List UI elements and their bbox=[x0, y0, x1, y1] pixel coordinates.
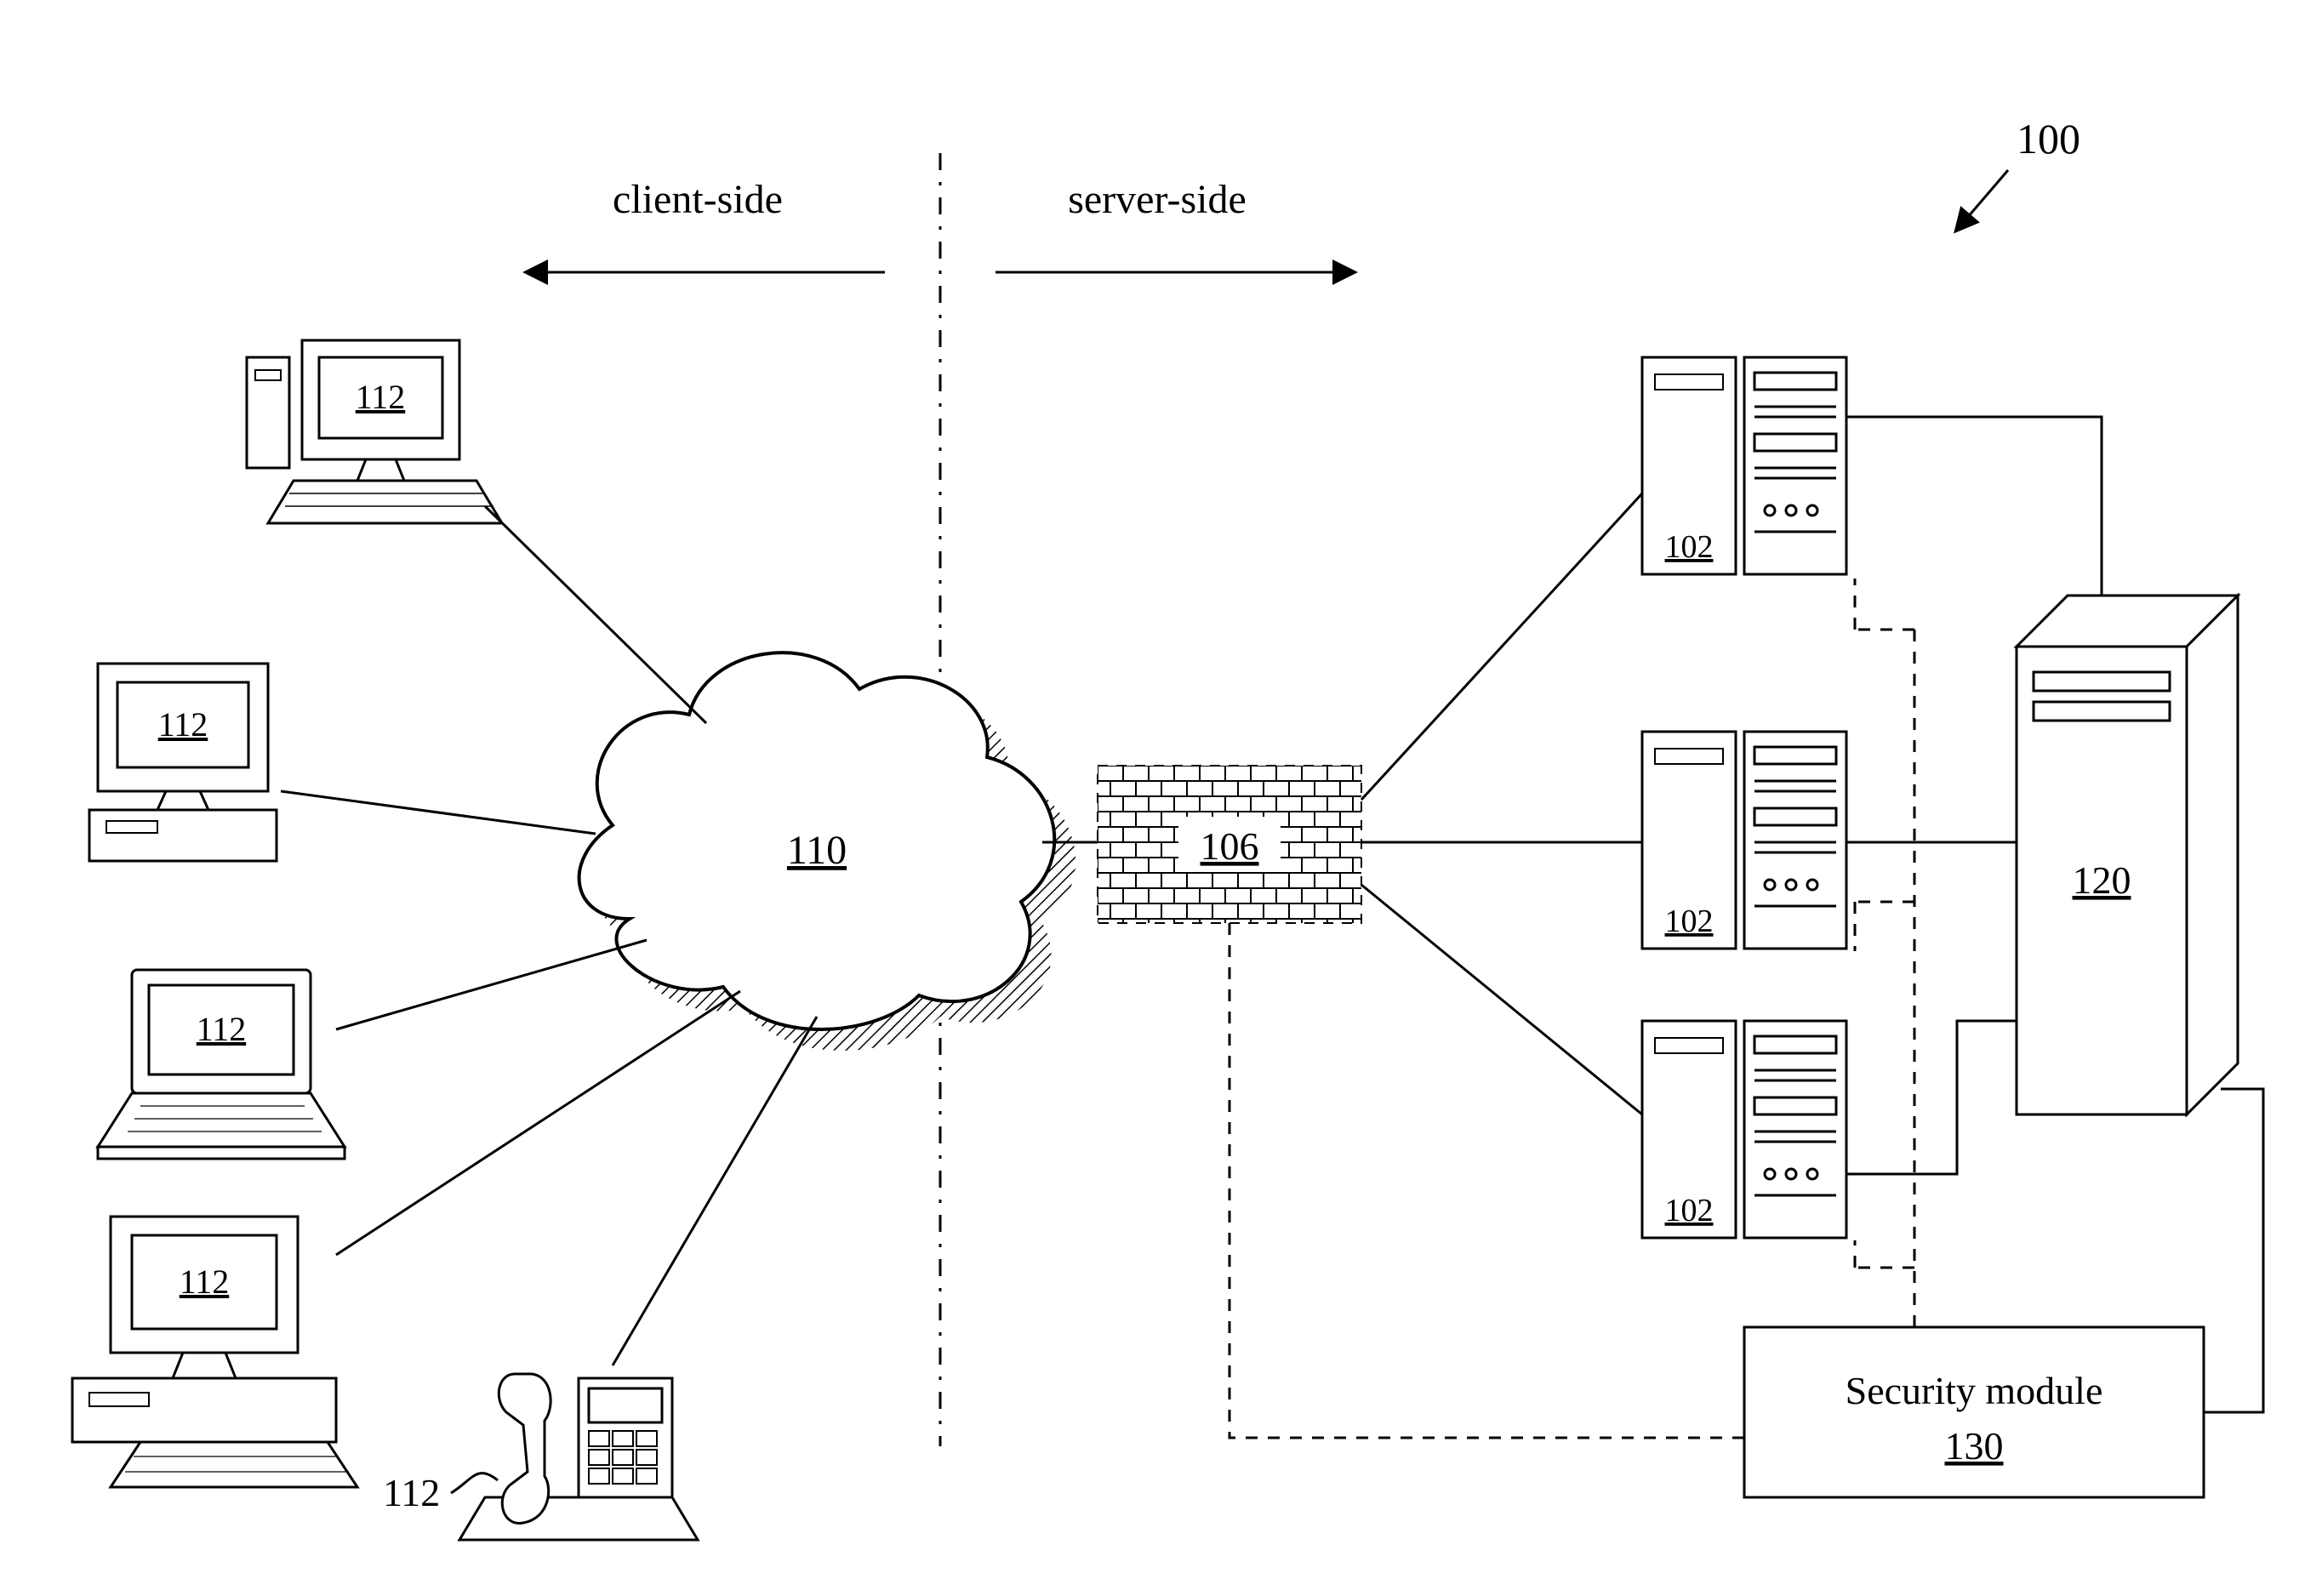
server-120: 120 bbox=[2017, 596, 2238, 1114]
security-module-title: Security module bbox=[1846, 1369, 2103, 1412]
link-client3-cloud bbox=[336, 940, 647, 1029]
link-phone-cloud bbox=[613, 1017, 817, 1365]
client-desktop-4: 112 bbox=[72, 1217, 357, 1487]
server-102-2: 102 bbox=[1642, 732, 1846, 949]
link-client4-cloud bbox=[336, 991, 740, 1255]
server-102-1: 102 bbox=[1642, 357, 1846, 574]
dashed-network bbox=[1229, 579, 1914, 1438]
phone-leader bbox=[451, 1473, 498, 1493]
client-1-label: 112 bbox=[356, 378, 406, 416]
link-fw-s3 bbox=[1361, 885, 1642, 1114]
link-s3-120 bbox=[1846, 1021, 2017, 1174]
link-120-secmod bbox=[2204, 1089, 2263, 1412]
link-client2-cloud bbox=[281, 791, 596, 834]
client-side-label: client-side bbox=[613, 177, 783, 222]
client-desktop-2: 112 bbox=[89, 664, 277, 861]
client-3-label: 112 bbox=[197, 1010, 247, 1048]
phone-112-label: 112 bbox=[383, 1471, 440, 1514]
client-2-label: 112 bbox=[158, 705, 208, 744]
server-102-3: 102 bbox=[1642, 1021, 1846, 1238]
client-phone bbox=[459, 1374, 698, 1540]
client-4-label: 112 bbox=[180, 1263, 230, 1301]
server-1-label: 102 bbox=[1665, 529, 1714, 565]
firewall-label: 106 bbox=[1201, 824, 1259, 868]
link-client1-cloud bbox=[485, 506, 706, 723]
cloud-110: 110 bbox=[579, 653, 1076, 1051]
security-module-130: Security module 130 bbox=[1744, 1327, 2204, 1497]
link-fw-s1 bbox=[1361, 493, 1642, 800]
server-120-label: 120 bbox=[2073, 858, 2131, 902]
firewall-106: 106 bbox=[1098, 766, 1361, 923]
client-desktop-1: 112 bbox=[247, 340, 502, 523]
link-s1-120 bbox=[1846, 417, 2102, 596]
cloud-label: 110 bbox=[787, 828, 847, 873]
security-module-label: 130 bbox=[1945, 1424, 2004, 1468]
server-side-label: server-side bbox=[1068, 177, 1247, 222]
server-3-label: 102 bbox=[1665, 1193, 1714, 1228]
ref-100-label: 100 bbox=[2017, 115, 2080, 162]
ref-100: 100 bbox=[1957, 115, 2080, 230]
server-2-label: 102 bbox=[1665, 903, 1714, 939]
diagram-canvas: 100 client-side server-side 110 106 112 bbox=[0, 0, 2322, 1596]
client-laptop: 112 bbox=[98, 970, 345, 1159]
